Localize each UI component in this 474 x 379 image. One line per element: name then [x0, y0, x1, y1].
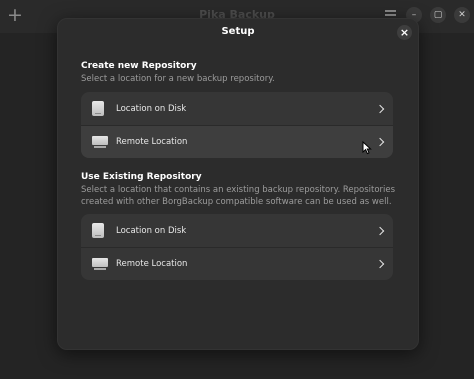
create-section-heading: Create new Repository: [81, 61, 197, 71]
app-window: + Pika Backup – ▢ ✕ Setup × Create new R…: [0, 0, 474, 379]
existing-location-list: Location on Disk Remote Location: [81, 214, 393, 280]
create-section-description: Select a location for a new backup repos…: [81, 74, 275, 84]
setup-dialog: Setup × Create new Repository Select a l…: [57, 18, 419, 350]
row-label: Location on Disk: [116, 225, 187, 236]
existing-location-on-disk-row[interactable]: Location on Disk: [81, 214, 393, 247]
create-location-list: Location on Disk Remote Location: [81, 92, 393, 158]
dialog-close-button[interactable]: ×: [397, 25, 412, 40]
window-close-button[interactable]: ✕: [454, 7, 470, 23]
row-label: Remote Location: [116, 259, 188, 269]
network-computer-icon: [92, 258, 108, 270]
existing-section-description: Select a location that contains an exist…: [81, 185, 396, 207]
row-label: Location on Disk: [116, 103, 187, 114]
row-label: Remote Location: [116, 137, 188, 147]
drive-icon: [92, 101, 104, 116]
chevron-right-icon: [375, 104, 385, 113]
dialog-title: Setup: [221, 26, 255, 37]
chevron-right-icon: [375, 259, 385, 269]
network-computer-icon: [92, 136, 108, 148]
existing-section-heading: Use Existing Repository: [81, 172, 202, 182]
maximize-button[interactable]: ▢: [430, 7, 446, 23]
chevron-right-icon: [375, 137, 385, 147]
chevron-right-icon: [375, 226, 385, 235]
create-location-on-disk-row[interactable]: Location on Disk: [81, 92, 393, 125]
existing-remote-location-row[interactable]: Remote Location: [81, 247, 393, 280]
create-remote-location-row[interactable]: Remote Location: [81, 125, 393, 158]
drive-icon: [92, 223, 104, 238]
mouse-cursor-icon: [362, 141, 372, 155]
